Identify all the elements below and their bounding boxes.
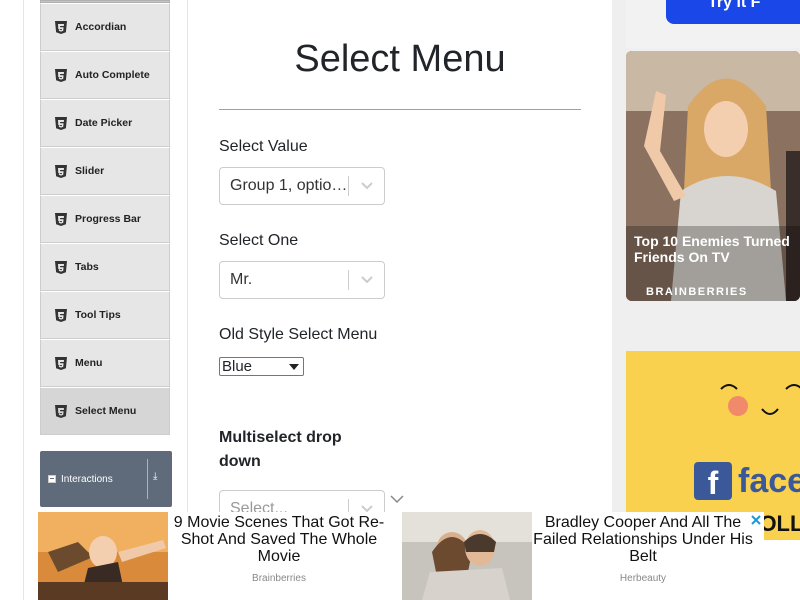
facebook-wordmark: faceb [738,461,800,500]
sidebar-item-tool-tips[interactable]: Tool Tips [40,291,170,339]
html5-icon [55,212,67,226]
sidebar: Accordian Auto Complete Date Picker Slid… [40,0,170,435]
download-arrow-icon[interactable]: ⤓ [153,471,157,482]
page-title: Select Menu [294,38,506,80]
sidebar-item-progress-bar[interactable]: Progress Bar [40,195,170,243]
widgets-menu-list: Accordian Auto Complete Date Picker Slid… [40,3,170,435]
select-value-label: Select Value [219,138,308,155]
sidebar-item-select-menu[interactable]: Select Menu [40,387,170,435]
select-one-label: Select One [219,232,299,249]
chevron-down-icon[interactable] [349,182,384,190]
left-border [23,0,24,600]
sidebar-item-menu[interactable]: Menu [40,339,170,387]
html5-icon [55,116,67,130]
old-style-select-label: Old Style Select Menu [219,326,378,343]
html5-icon [55,20,67,34]
html5-icon [55,260,67,274]
sidebar-group-interactions[interactable]: Interactions ⤓ [40,451,172,507]
sidebar-item-label: Menu [75,357,103,369]
sidebar-item-label: Tabs [75,261,99,273]
html5-icon [55,356,67,370]
sidebar-item-label: Auto Complete [75,69,150,81]
photo-ad[interactable]: Top 10 Enemies Turned Friends On TV BRAI… [626,51,800,301]
select-one-dropdown[interactable]: Mr. [219,261,385,299]
sidebar-item-slider[interactable]: Slider [40,147,170,195]
sidebar-item-date-picker[interactable]: Date Picker [40,99,170,147]
sidebar-item-auto-complete[interactable]: Auto Complete [40,51,170,99]
select-value-current: Group 1, option 1 [230,177,348,194]
html5-icon [55,404,67,418]
html5-icon [55,308,67,322]
html5-icon [55,68,67,82]
bottom-ad-2-source: Herbeauty [619,573,667,584]
close-icon[interactable] [748,512,764,528]
sidebar-group-label: Interactions [61,473,113,485]
group-divider [147,459,148,499]
bottom-ad-2-headline[interactable]: Bradley Cooper And All The Failed Relati… [530,514,756,565]
sidebar-border [187,0,188,540]
collapse-icon [48,475,56,483]
html5-icon [55,164,67,178]
top-banner-ad[interactable]: Try it F [626,0,800,48]
sidebar-item-accordian[interactable]: Accordian [40,3,170,51]
select-one-current: Mr. [230,271,253,288]
photo-ad-brand: BRAINBERRIES [646,286,748,298]
dropdown-arrow-icon [289,363,299,370]
sidebar-item-label: Progress Bar [75,213,141,225]
title-divider [219,109,581,110]
multiselect-label: Multiselect drop down [219,429,342,470]
bottom-ad-bar: 9 Movie Scenes That Got Re-Shot And Save… [0,512,800,600]
chevron-down-icon[interactable] [349,276,384,284]
bottom-ad-2-image[interactable] [402,512,532,600]
facebook-logo: f faceb [694,461,800,501]
sidebar-item-label: Tool Tips [75,309,121,321]
sidebar-item-label: Accordian [75,21,127,33]
sidebar-item-label: Date Picker [75,117,133,129]
sidebar-item-tabs[interactable]: Tabs [40,243,170,291]
bottom-ad-1-headline[interactable]: 9 Movie Scenes That Got Re-Shot And Save… [166,514,392,565]
bottom-ad-1-source: Brainberries [252,573,306,584]
try-it-button[interactable]: Try it F [666,0,800,24]
facebook-icon: f [694,462,732,501]
sidebar-item-label: Slider [75,165,105,177]
select-value-dropdown[interactable]: Group 1, option 1 [219,167,385,205]
old-style-select-value: Blue [222,358,253,375]
smiley-face-icon [720,384,800,416]
old-style-select[interactable]: Blue [219,357,304,376]
bottom-ad-1-image[interactable] [38,512,168,600]
chevron-down-icon[interactable] [390,494,404,504]
sidebar-item-label: Select Menu [75,405,137,417]
photo-ad-caption: Top 10 Enemies Turned Friends On TV [634,233,790,265]
